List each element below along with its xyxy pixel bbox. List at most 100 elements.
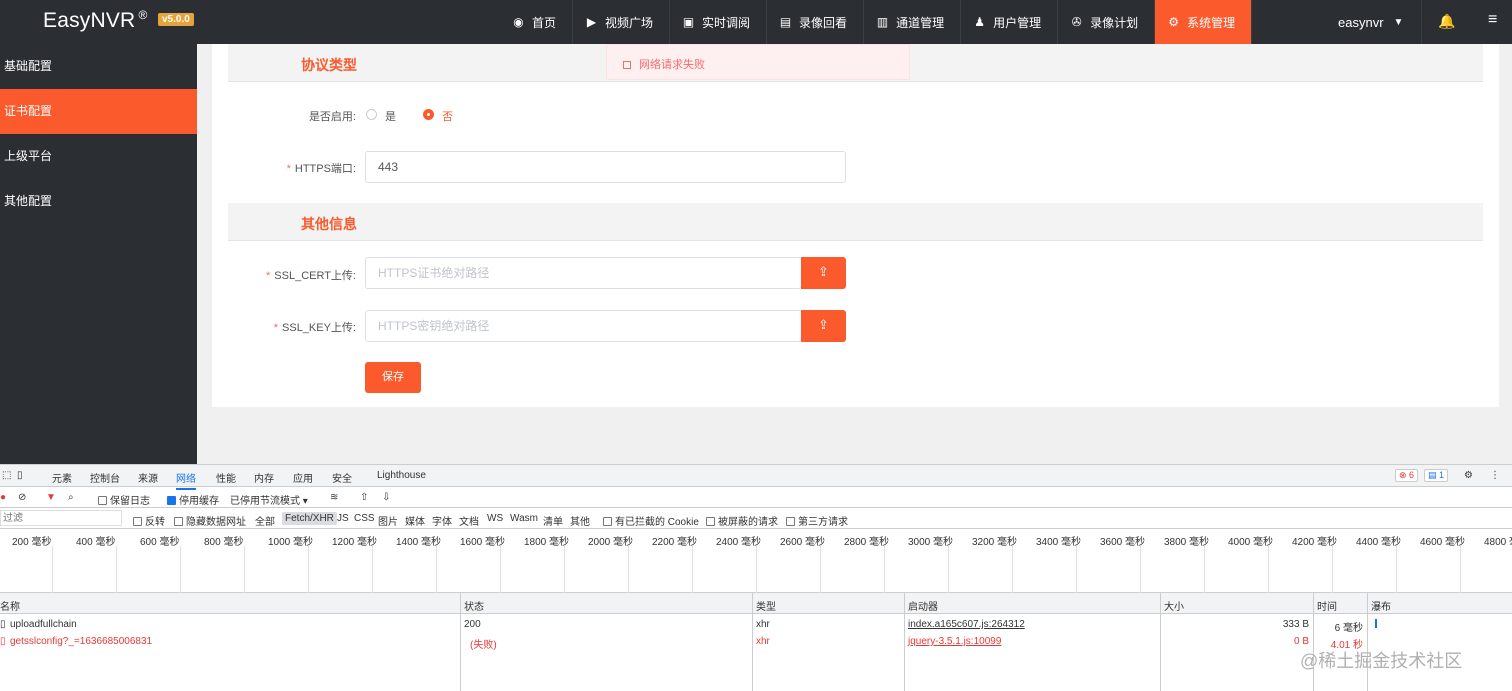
type-filter-js[interactable]: JS (334, 512, 352, 525)
https-port-label: * HTTPS端口: (286, 163, 356, 175)
error-icon (623, 61, 631, 69)
timeline-gridline (564, 546, 565, 593)
ssl-key-upload-button[interactable]: ⇪ (801, 310, 846, 342)
timeline-tick-label: 2600 毫秒 (780, 537, 826, 548)
radio-enable-yes-label[interactable]: 是 (385, 108, 396, 124)
timeline-gridline (372, 546, 373, 593)
sidebar-item-other-config[interactable]: 其他配置 (0, 179, 197, 224)
nav-live-view[interactable]: ▣ 实时调阅 (670, 0, 768, 44)
blocked-cookies-checkbox[interactable]: 有已拦截的 Cookie (603, 513, 699, 528)
timeline-gridline (1268, 546, 1269, 593)
type-filter-other[interactable]: 其他 (567, 512, 593, 529)
message-count-badge[interactable]: ▤ 1 (1424, 469, 1449, 482)
request-type-icon: ▯ (0, 636, 6, 647)
more-options-icon[interactable]: ⋮ (1490, 470, 1500, 481)
timeline-tick-label: 200 毫秒 (12, 537, 52, 548)
request-initiator-link[interactable]: index.a165c607.js:264312 (908, 619, 1025, 630)
error-count-badge[interactable]: ⊗ 6 (1395, 469, 1419, 482)
save-button[interactable]: 保存 (365, 362, 421, 393)
timeline-tick-label: 1200 毫秒 (332, 537, 378, 548)
search-icon[interactable]: ⌕ (68, 492, 74, 503)
tab-memory[interactable]: 内存 (254, 470, 274, 485)
hamburger-menu-icon[interactable]: ≡ (1488, 11, 1497, 29)
disable-cache-checkbox[interactable]: 停用缓存 (167, 492, 219, 507)
enable-label: 是否启用: (308, 111, 356, 123)
nav-video-square[interactable]: ▶ 视频广场 (573, 0, 671, 44)
network-overview-timeline[interactable]: 200 毫秒 400 毫秒 600 毫秒 800 毫秒 1000 毫秒 1200 毫秒 14… (0, 529, 1512, 593)
network-conditions-icon[interactable]: ≋ (330, 492, 338, 503)
nav-playback[interactable]: ▤ 录像回看 (767, 0, 865, 44)
record-icon[interactable]: ● (0, 492, 6, 503)
sidebar-item-basic-config[interactable]: 基础配置 (0, 44, 197, 89)
request-initiator-link[interactable]: jquery-3.5.1.js:10099 (908, 636, 1001, 647)
type-filter-fetch-xhr[interactable]: Fetch/XHR (282, 512, 337, 525)
import-har-icon[interactable]: ⇧ (360, 492, 368, 503)
radio-enable-no-label[interactable]: 否 (442, 108, 453, 124)
type-filter-font[interactable]: 字体 (429, 512, 455, 529)
tab-lighthouse[interactable]: Lighthouse (377, 470, 426, 481)
table-row[interactable]: ▯ getsslconfig?_=1636685006831 (失败) xhr … (0, 633, 1512, 651)
invert-checkbox[interactable]: 反转 (133, 513, 165, 528)
type-filter-ws[interactable]: WS (484, 512, 506, 525)
nav-system-management[interactable]: ⚙ 系统管理 (1155, 0, 1253, 44)
radio-enable-no[interactable] (423, 109, 434, 120)
filter-icon[interactable]: ▼ (46, 492, 56, 503)
type-filter-manifest[interactable]: 清单 (540, 512, 566, 529)
column-waterfall[interactable]: 瀑布 (1371, 598, 1391, 613)
ssl-cert-upload-button[interactable]: ⇪ (801, 257, 846, 289)
hide-data-urls-checkbox[interactable]: 隐藏数据网址 (174, 513, 246, 528)
request-size: 333 B (1282, 619, 1309, 630)
type-filter-img[interactable]: 图片 (375, 512, 401, 529)
brand-logo[interactable]: EasyNVR ® (43, 8, 147, 33)
caret-down-icon: ▾ (302, 496, 308, 507)
type-filter-all[interactable]: 全部 (252, 512, 278, 529)
nav-home[interactable]: ◉ 首页 (500, 0, 574, 44)
inspect-element-icon[interactable]: ⬚ (2, 470, 11, 481)
clear-icon[interactable]: ⊘ (18, 492, 26, 503)
ssl-key-label: * SSL_KEY上传: (273, 322, 356, 334)
column-type[interactable]: 类型 (756, 598, 776, 613)
tab-console[interactable]: 控制台 (90, 470, 120, 485)
export-har-icon[interactable]: ⇩ (382, 492, 390, 503)
radio-enable-yes[interactable] (366, 109, 377, 120)
timeline-tick-label: 1400 毫秒 (396, 537, 442, 548)
type-filter-css[interactable]: CSS (351, 512, 378, 525)
column-status[interactable]: 状态 (464, 598, 484, 613)
ssl-cert-input[interactable] (365, 257, 802, 289)
tab-elements[interactable]: 元素 (52, 470, 72, 485)
timeline-gridline (436, 546, 437, 593)
devtools-panel: ⬚ ▯ 元素 控制台 来源 网络 性能 内存 应用 安全 Lighthouse … (0, 464, 1512, 691)
user-menu[interactable]: easynvr ▼ (1322, 0, 1422, 44)
timeline-tick-label: 2400 毫秒 (716, 537, 762, 548)
timeline-tick-label: 2000 毫秒 (588, 537, 634, 548)
column-initiator[interactable]: 启动器 (908, 598, 938, 613)
tab-security[interactable]: 安全 (332, 470, 352, 485)
device-toolbar-icon[interactable]: ▯ (17, 470, 23, 481)
sidebar-item-certificate-config[interactable]: 证书配置 (0, 89, 197, 134)
throttling-select[interactable]: 已停用节流模式 ▾ (230, 492, 308, 507)
filter-input[interactable] (0, 510, 122, 526)
column-time[interactable]: 时间 (1317, 598, 1337, 613)
tab-sources[interactable]: 来源 (138, 470, 158, 485)
blocked-requests-checkbox[interactable]: 被屏蔽的请求 (706, 513, 778, 528)
sidebar-item-upper-platform[interactable]: 上级平台 (0, 134, 197, 179)
settings-gear-icon[interactable]: ⚙ (1464, 470, 1473, 481)
column-name[interactable]: 名称 (0, 598, 20, 613)
type-filter-doc[interactable]: 文档 (456, 512, 482, 529)
https-port-input[interactable] (365, 151, 846, 183)
tab-performance[interactable]: 性能 (216, 470, 236, 485)
table-row[interactable]: ▯ uploadfullchain 200 xhr index.a165c607… (0, 616, 1512, 634)
nav-user-management[interactable]: ♟ 用户管理 (961, 0, 1059, 44)
nav-channel-management[interactable]: ▥ 通道管理 (864, 0, 962, 44)
type-filter-wasm[interactable]: Wasm (507, 512, 541, 525)
tab-application[interactable]: 应用 (293, 470, 313, 485)
film-icon: ▤ (779, 14, 792, 29)
third-party-checkbox[interactable]: 第三方请求 (786, 513, 848, 528)
devtools-tab-bar: ⬚ ▯ 元素 控制台 来源 网络 性能 内存 应用 安全 Lighthouse … (0, 465, 1512, 490)
nav-recording-plan[interactable]: ✇ 录像计划 (1058, 0, 1156, 44)
preserve-log-checkbox[interactable]: 保留日志 (98, 492, 150, 507)
ssl-key-input[interactable] (365, 310, 802, 342)
bell-icon[interactable]: 🔔 (1438, 13, 1455, 30)
type-filter-media[interactable]: 媒体 (402, 512, 428, 529)
column-size[interactable]: 大小 (1164, 598, 1184, 613)
